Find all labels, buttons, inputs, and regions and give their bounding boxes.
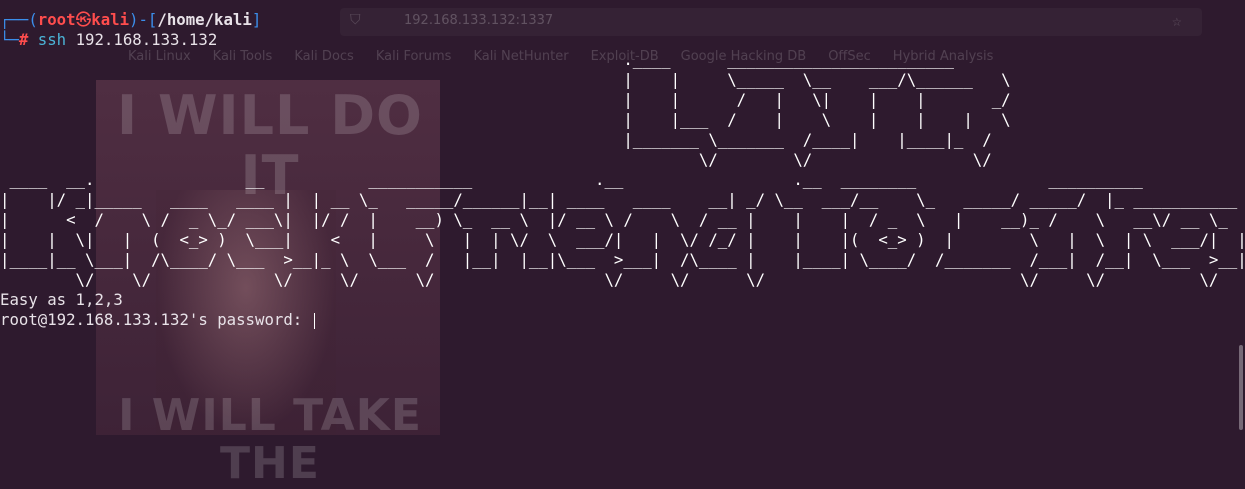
banner-line: | | \_____ \__ ___/\______ \ [0, 70, 1011, 89]
prompt-separator: )-[ [129, 10, 158, 29]
prompt-line: ┌──(root㉿kali)-[/home/kali] [0, 10, 1245, 30]
prompt-user: root [37, 10, 76, 29]
prompt-corner-bottom: └─ [0, 30, 19, 49]
banner-line: | | \| | ( <_> ) \___| < | \ | | \/ \ __… [0, 230, 1245, 249]
prompt-bracket: ] [251, 10, 262, 29]
banner-line: ____ __. __ ___________ .__ .__ ________… [0, 170, 1245, 189]
banner-line: |____|__ \___| /\____/ \___ >__|_ \ \___… [0, 250, 1245, 269]
text-cursor[interactable] [313, 312, 315, 329]
skull-icon: ㉿ [75, 10, 92, 29]
motd-line: Easy as 1,2,3 [0, 290, 123, 309]
password-line[interactable]: root@192.168.133.132's password: [0, 310, 1245, 330]
command-name: ssh [37, 30, 67, 49]
prompt-corner: ┌──( [0, 10, 38, 29]
banner-line: .____ ________________________ [0, 50, 954, 69]
command-line: └─# ssh 192.168.133.132 [0, 30, 1245, 50]
command-argument: 192.168.133.132 [75, 30, 218, 49]
banner-line: |_______ \_______ /____| |____|_ / [0, 130, 992, 149]
meme-bottom-caption: I WILL TAKE THE [118, 390, 422, 489]
prompt-cwd: /home/kali [157, 10, 252, 29]
terminal-output[interactable]: ┌──(root㉿kali)-[/home/kali] └─# ssh 192.… [0, 10, 1245, 330]
password-prompt: root@192.168.133.132's password: [0, 310, 312, 329]
banner-line: | |/ _|_____ ____ ____ | | __ \_ _____/_… [0, 190, 1238, 209]
banner-line: | |___ / | \ | | | \ [0, 110, 1011, 129]
banner-line: \/ \/ \/ [0, 150, 992, 169]
banner-line: | | / | \| | | _/ [0, 90, 1011, 109]
prompt-symbol: # [18, 30, 29, 49]
prompt-host: kali [91, 10, 130, 29]
terminal-scrollbar[interactable] [1239, 345, 1243, 430]
banner-line: \/ \/ \/ \/ \/ \/ \/ \/ \/ \/ \/ [0, 270, 1219, 289]
banner-line: | < / \ / _ \_/ ___\| |/ / | __) \_ __ \… [0, 210, 1245, 229]
